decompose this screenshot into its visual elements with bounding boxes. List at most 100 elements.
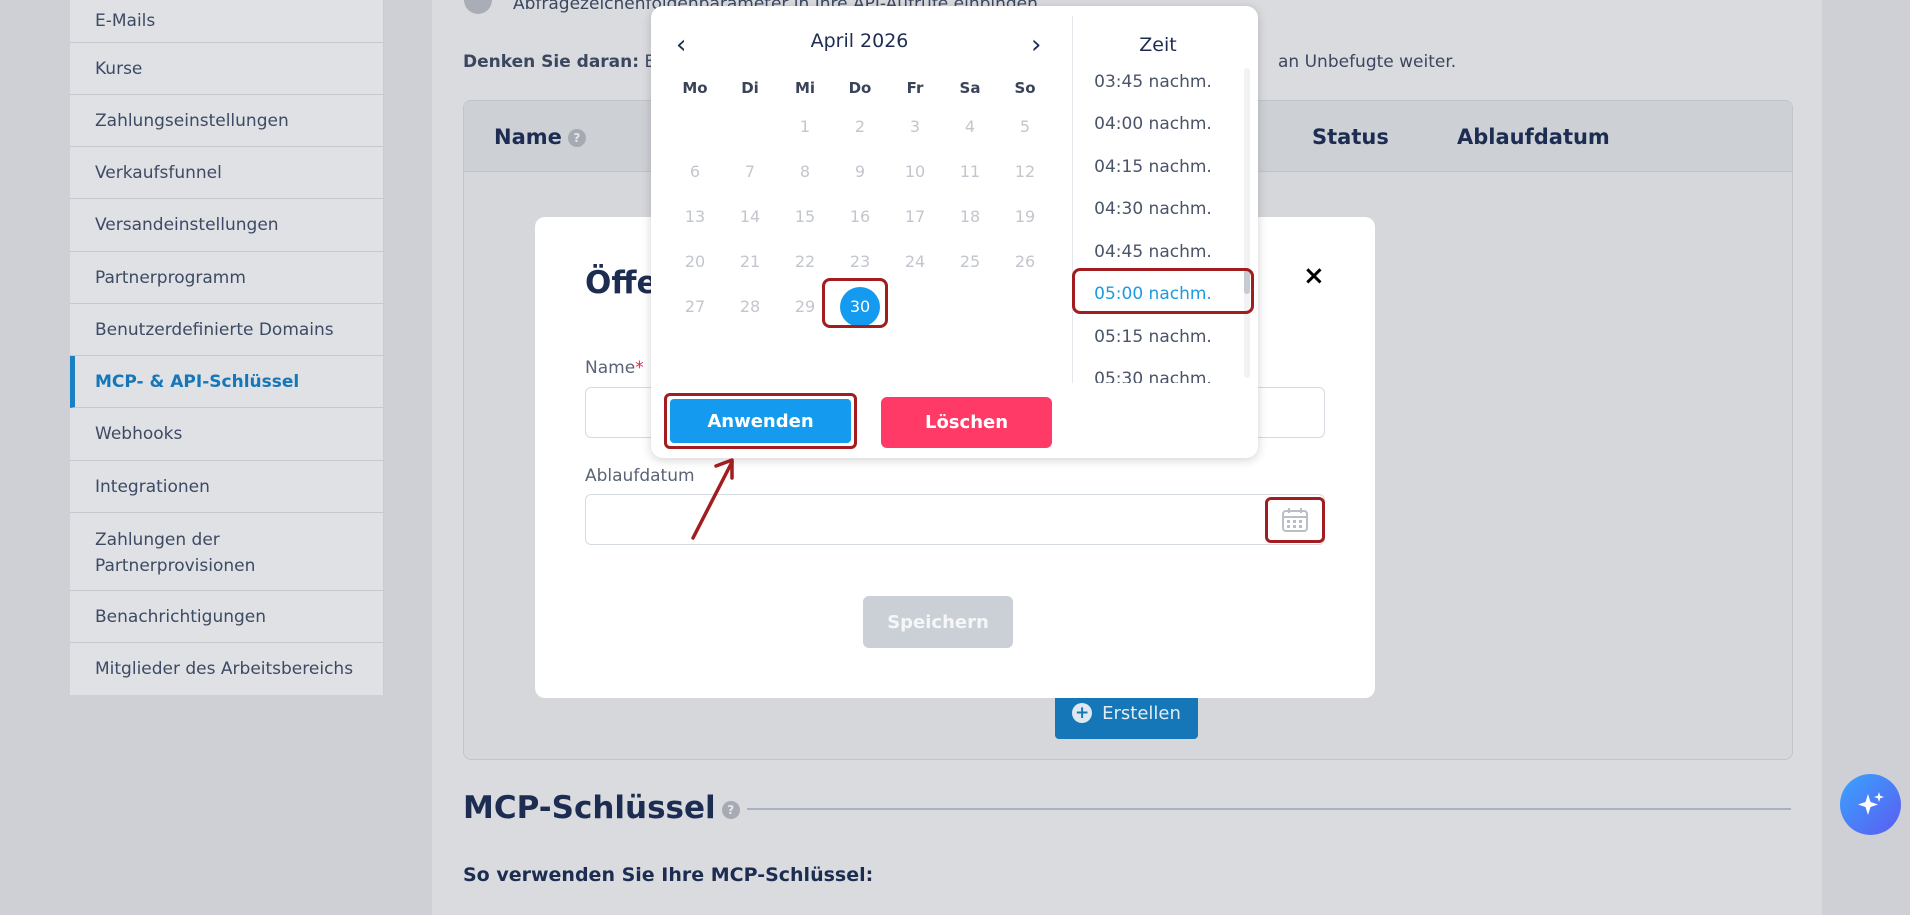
calendar-day[interactable]: 27 [675, 287, 715, 327]
annotation-arrow-icon [691, 458, 734, 540]
sidebar-item-sales-funnel[interactable]: Verkaufsfunnel [70, 147, 383, 199]
sidebar-item-emails[interactable]: E-Mails [70, 0, 383, 43]
apply-button-label: Anwenden [670, 399, 851, 443]
sidebar-item-label: Benutzerdefinierte Domains [95, 319, 334, 340]
calendar-day[interactable]: 4 [950, 107, 990, 147]
column-header-status: Status [1312, 125, 1389, 149]
weekday-label: Di [741, 79, 759, 97]
mcp-keys-heading: MCP-Schlüssel? [463, 790, 740, 826]
name-field-label: Name* [585, 358, 644, 378]
calendar-day[interactable]: 16 [840, 197, 880, 237]
sidebar-item-label: Verkaufsfunnel [95, 162, 222, 183]
column-header-name: Name? [494, 125, 586, 149]
time-option[interactable]: 04:00 nachm. [1073, 114, 1233, 134]
sidebar-item-integrations[interactable]: Integrationen [70, 461, 383, 513]
calendar-day[interactable]: 24 [895, 242, 935, 282]
sparkle-icon [1857, 791, 1884, 815]
sidebar-item-label: Zahlungseinstellungen [95, 110, 289, 131]
datetime-picker: ‹ › April 2026 Mo Di Mi Do Fr Sa So 1 2 … [651, 6, 1258, 458]
calendar-day[interactable]: 9 [840, 152, 880, 192]
clear-button[interactable]: Löschen [881, 397, 1052, 448]
calendar-day[interactable]: 8 [785, 152, 825, 192]
time-option[interactable]: 04:30 nachm. [1073, 199, 1233, 219]
calendar-day[interactable]: 13 [675, 197, 715, 237]
create-button-label: Erstellen [1102, 702, 1181, 724]
sidebar-item-label: Zahlungen der Partnerprovisionen [95, 530, 256, 576]
sidebar-item-custom-domains[interactable]: Benutzerdefinierte Domains [70, 304, 383, 356]
time-option[interactable]: 03:45 nachm. [1073, 72, 1233, 92]
calendar-day[interactable]: 12 [1005, 152, 1045, 192]
calendar-day[interactable]: 1 [785, 107, 825, 147]
calendar-day[interactable]: 2 [840, 107, 880, 147]
sidebar-item-affiliate-program[interactable]: Partnerprogramm [70, 252, 383, 304]
weekday-label: So [1014, 79, 1036, 97]
name-label-text: Name [585, 358, 636, 378]
time-option[interactable]: 04:45 nachm. [1073, 242, 1233, 262]
month-label: April 2026 [810, 30, 909, 52]
column-name-label: Name [494, 125, 562, 149]
mcp-usage-heading: So verwenden Sie Ihre MCP-Schlüssel: [463, 864, 874, 886]
calendar-icon [1282, 508, 1308, 532]
calendar-day[interactable]: 6 [675, 152, 715, 192]
calendar-day[interactable]: 29 [785, 287, 825, 327]
time-header: Zeit [1139, 34, 1177, 56]
close-icon[interactable]: × [1303, 261, 1325, 291]
apply-button[interactable]: Anwenden [664, 393, 857, 449]
calendar-day[interactable]: 25 [950, 242, 990, 282]
calendar-day[interactable]: 7 [730, 152, 770, 192]
sidebar-item-payment-settings[interactable]: Zahlungseinstellungen [70, 95, 383, 147]
time-column: Zeit 03:45 nachm. 04:00 nachm. 04:15 nac… [1072, 16, 1259, 383]
sidebar-item-label: Partnerprogramm [95, 267, 246, 288]
calendar-button[interactable] [1265, 497, 1325, 543]
sidebar-item-mcp-api-keys[interactable]: MCP- & API-Schlüssel [70, 356, 383, 408]
sidebar-item-label: Webhooks [95, 424, 183, 444]
time-scrollbar[interactable] [1244, 68, 1250, 378]
sidebar-item-label: Versandeinstellungen [95, 215, 279, 235]
help-icon[interactable]: ? [567, 129, 586, 147]
calendar-day[interactable]: 3 [895, 107, 935, 147]
reminder-text: Denken Sie daran: Bew [463, 52, 681, 72]
calendar-day[interactable]: 15 [785, 197, 825, 237]
calendar-day[interactable]: 26 [1005, 242, 1045, 282]
calendar-day[interactable]: 20 [675, 242, 715, 282]
calendar-day[interactable]: 18 [950, 197, 990, 237]
sidebar-item-label: Kurse [95, 58, 143, 79]
calendar-day[interactable]: 10 [895, 152, 935, 192]
sidebar-item-webhooks[interactable]: Webhooks [70, 408, 383, 461]
time-option[interactable]: 05:30 nachm. [1073, 369, 1233, 383]
calendar-day[interactable]: 17 [895, 197, 935, 237]
required-marker: * [635, 358, 644, 378]
selected-time-highlight [1072, 268, 1254, 314]
weekday-label: Sa [959, 79, 981, 97]
time-list[interactable]: 03:45 nachm. 04:00 nachm. 04:15 nachm. 0… [1073, 69, 1248, 383]
save-button[interactable]: Speichern [863, 596, 1013, 648]
sidebar-item-shipping-settings[interactable]: Versandeinstellungen [70, 199, 383, 252]
sidebar-item-label: Integrationen [95, 476, 210, 497]
weekday-label: Mo [682, 79, 708, 97]
sidebar-item-label: E-Mails [95, 11, 156, 31]
sidebar-item-notifications[interactable]: Benachrichtigungen [70, 591, 383, 643]
sidebar-item-affiliate-payouts[interactable]: Zahlungen der Partnerprovisionen [70, 513, 383, 591]
calendar-day[interactable]: 11 [950, 152, 990, 192]
calendar-day[interactable]: 22 [785, 242, 825, 282]
selected-day-highlight [822, 278, 888, 328]
mcp-keys-title: MCP-Schlüssel [463, 790, 716, 826]
sidebar-item-courses[interactable]: Kurse [70, 43, 383, 95]
reminder-text-end: an Unbefugte weiter. [1278, 52, 1457, 72]
help-icon[interactable]: ? [721, 801, 740, 819]
time-option[interactable]: 04:15 nachm. [1073, 157, 1233, 177]
ai-assistant-button[interactable] [1840, 774, 1901, 835]
sidebar-item-label: Benachrichtigungen [95, 606, 267, 627]
calendar-day[interactable]: 5 [1005, 107, 1045, 147]
column-header-expiry: Ablaufdatum [1457, 125, 1610, 149]
weekday-label: Do [848, 79, 872, 97]
calendar-day[interactable]: 28 [730, 287, 770, 327]
calendar-day[interactable]: 23 [840, 242, 880, 282]
calendar-day[interactable]: 19 [1005, 197, 1045, 237]
sidebar-item-workspace-members[interactable]: Mitglieder des Arbeitsbereichs [70, 643, 383, 695]
time-option[interactable]: 05:15 nachm. [1073, 327, 1233, 347]
expiry-field-label: Ablaufdatum [585, 466, 695, 486]
calendar-day[interactable]: 14 [730, 197, 770, 237]
sidebar-item-label: MCP- & API-Schlüssel [95, 371, 300, 392]
calendar-day[interactable]: 21 [730, 242, 770, 282]
